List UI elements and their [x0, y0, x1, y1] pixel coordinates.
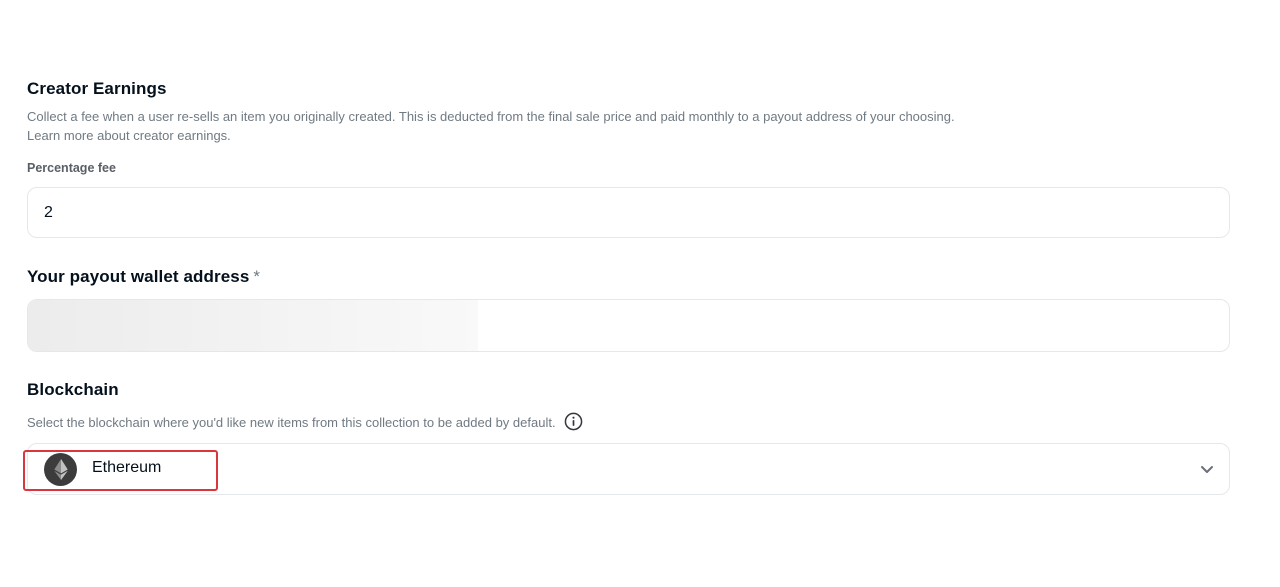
blockchain-selected-value: Ethereum	[92, 459, 162, 476]
percentage-fee-label: Percentage fee	[27, 161, 116, 175]
blockchain-description: Select the blockchain where you'd like n…	[27, 412, 583, 432]
percentage-fee-value: 2	[44, 203, 53, 221]
payout-wallet-input[interactable]	[27, 299, 1230, 352]
blockchain-description-text: Select the blockchain where you'd like n…	[27, 415, 556, 430]
learn-more-link[interactable]: Learn more about creator earnings.	[27, 126, 231, 145]
percentage-fee-input[interactable]: 2	[27, 187, 1230, 238]
ethereum-icon	[44, 453, 77, 486]
payout-wallet-title: Your payout wallet address *	[27, 267, 260, 287]
creator-earnings-page: Creator Earnings Collect a fee when a us…	[0, 0, 1280, 587]
blockchain-title: Blockchain	[27, 380, 119, 399]
blockchain-select[interactable]: Ethereum	[27, 443, 1230, 495]
payout-wallet-label: Your payout wallet address	[27, 267, 250, 286]
chevron-down-icon	[1201, 466, 1213, 473]
creator-earnings-description: Collect a fee when a user re-sells an it…	[27, 109, 955, 124]
redacted-wallet-address	[28, 300, 478, 351]
creator-earnings-title: Creator Earnings	[27, 79, 167, 98]
info-icon[interactable]	[564, 412, 583, 431]
required-marker: *	[253, 267, 261, 286]
